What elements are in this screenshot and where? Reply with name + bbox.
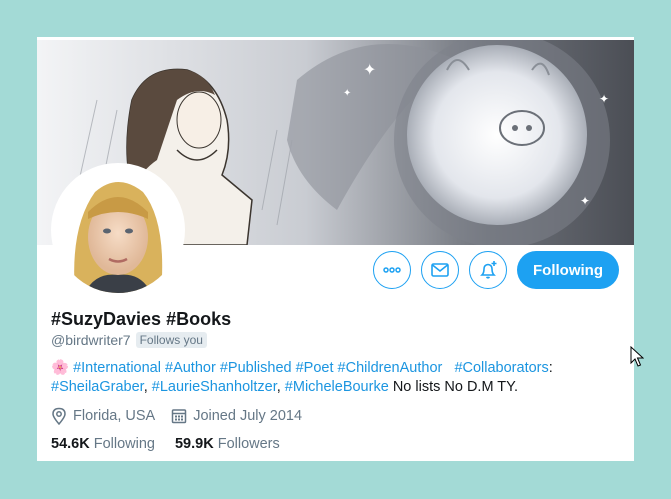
profile-handle: @birdwriter7 — [51, 332, 131, 348]
profile-actions: Following — [373, 251, 619, 289]
follows-you-badge: Follows you — [135, 332, 207, 348]
bio-colon: : — [548, 360, 553, 376]
bio-tail: No lists No D.M TY. — [392, 379, 518, 395]
mention-link[interactable]: #MicheleBourke — [285, 379, 389, 395]
profile-card: ✦ ✦ ✦ ✦ Following #SuzyDavies #Books @bi… — [37, 37, 634, 461]
more-icon — [383, 267, 401, 273]
flower-emoji: 🌸 — [51, 360, 70, 376]
mention-link[interactable]: #LaurieShanholtzer — [152, 379, 277, 395]
mention-link[interactable]: #SheilaGraber — [51, 379, 144, 395]
location-icon — [52, 407, 66, 425]
profile-stats: 54.6K Following 59.9K Followers — [51, 436, 280, 452]
svg-text:✦: ✦ — [363, 60, 376, 79]
avatar-image — [55, 167, 181, 293]
svg-text:✦: ✦ — [599, 92, 609, 106]
following-link[interactable]: 54.6K Following — [51, 436, 155, 452]
hashtag-link[interactable]: #Poet — [296, 360, 334, 376]
handle-row: @birdwriter7 Follows you — [51, 332, 207, 348]
following-label: Following — [93, 436, 155, 452]
join-date-text: Joined July 2014 — [193, 408, 303, 424]
hashtag-link[interactable]: #International — [73, 360, 161, 376]
followers-link[interactable]: 59.9K Followers — [175, 436, 280, 452]
profile-name: #SuzyDavies #Books — [51, 309, 232, 329]
hashtag-link[interactable]: #Published — [220, 360, 292, 376]
notifications-button[interactable] — [469, 251, 508, 289]
svg-text:✦: ✦ — [343, 88, 351, 99]
location: Florida, USA — [51, 407, 155, 425]
hashtag-link[interactable]: #Collaborators — [454, 360, 548, 376]
profile-avatar[interactable] — [51, 163, 185, 297]
following-button[interactable]: Following — [517, 251, 619, 289]
hashtag-link[interactable]: #ChildrenAuthor — [338, 360, 443, 376]
message-button[interactable] — [421, 251, 460, 289]
profile-bio: 🌸 #International #Author #Published #Poe… — [51, 360, 553, 395]
followers-count: 59.9K — [174, 436, 214, 452]
profile-meta: Florida, USA Joined July 2014 — [51, 407, 302, 425]
cursor-icon — [630, 346, 644, 367]
mail-icon — [431, 263, 449, 277]
hashtag-link[interactable]: #Author — [165, 360, 216, 376]
location-text: Florida, USA — [73, 408, 156, 424]
bell-plus-icon — [480, 261, 497, 279]
more-button[interactable] — [373, 251, 412, 289]
following-count: 54.6K — [51, 436, 90, 452]
followers-label: Followers — [217, 436, 280, 452]
join-date: Joined July 2014 — [171, 408, 302, 424]
calendar-icon — [171, 409, 187, 424]
svg-text:✦: ✦ — [580, 194, 590, 208]
